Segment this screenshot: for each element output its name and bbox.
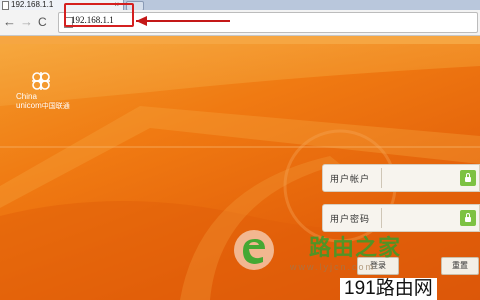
logo-line1: China	[16, 92, 37, 101]
reset-button[interactable]: 重置	[441, 257, 479, 275]
annotation-arrow	[136, 16, 230, 26]
password-label: 用户密码	[330, 214, 371, 224]
china-unicom-knot-logo	[32, 72, 50, 90]
password-field[interactable]: 用户密码	[322, 204, 480, 232]
watermark-brand-text: 路由之家	[309, 235, 402, 260]
username-label: 用户帐户	[330, 174, 371, 184]
field-divider	[381, 208, 382, 228]
logo-line2: unicom	[16, 101, 42, 110]
router-login-page: China unicom中国联通 用户帐户 用户密码 登录 重置 路由之家 ww…	[0, 36, 480, 300]
username-field[interactable]: 用户帐户	[322, 164, 480, 192]
user-lock-icon	[460, 170, 476, 186]
logo-cn: 中国联通	[41, 103, 70, 110]
password-lock-icon	[460, 210, 476, 226]
watermark-url-text: www.lyjcn.com	[290, 262, 376, 272]
field-divider	[381, 168, 382, 188]
china-unicom-wordmark: China unicom中国联通	[16, 92, 70, 111]
corner-watermark: 191路由网	[340, 278, 437, 300]
watermark-e-logo-icon	[234, 230, 274, 270]
